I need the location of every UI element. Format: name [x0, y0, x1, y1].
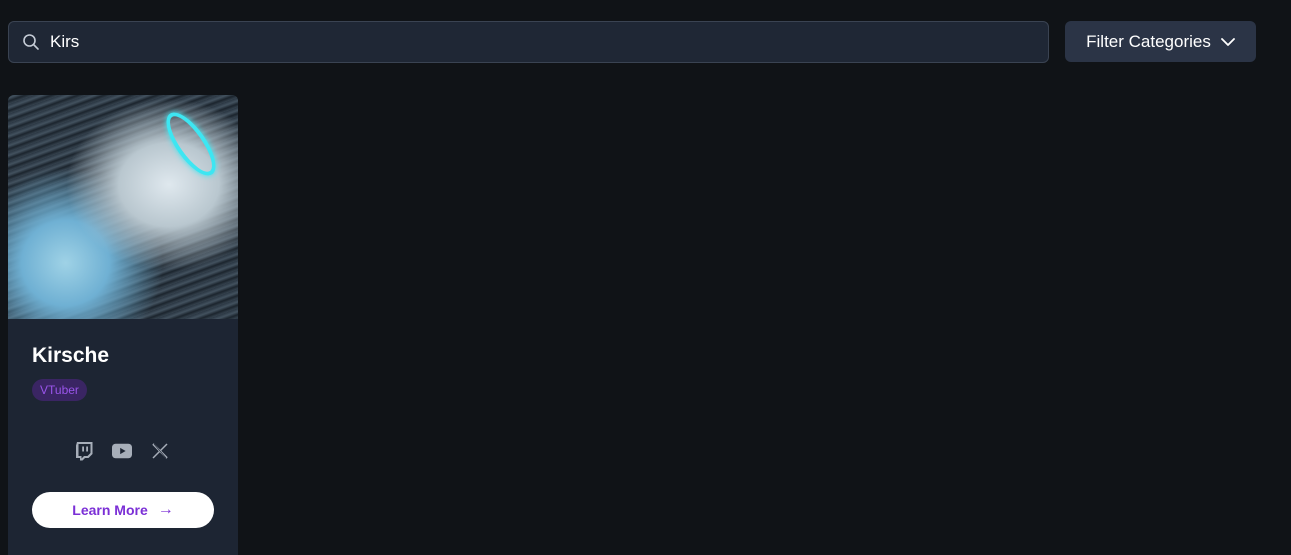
search-icon	[22, 33, 40, 51]
youtube-icon[interactable]	[112, 441, 132, 461]
twitch-icon[interactable]	[74, 441, 94, 461]
learn-more-label: Learn More	[72, 502, 148, 518]
halo-decoration	[157, 105, 225, 183]
creator-name: Kirsche	[32, 344, 110, 367]
creator-avatar-image[interactable]	[8, 95, 238, 319]
filter-categories-button[interactable]: Filter Categories	[1065, 21, 1256, 62]
social-links	[74, 441, 170, 461]
chevron-down-icon	[1220, 32, 1235, 52]
learn-more-button[interactable]: Learn More →	[32, 492, 214, 528]
x-icon[interactable]	[150, 441, 170, 461]
creator-card: Kirsche VTuber Learn More →	[8, 95, 238, 555]
search-bar[interactable]	[8, 21, 1049, 63]
arrow-right-icon: →	[157, 501, 174, 518]
category-badge: VTuber	[32, 379, 87, 401]
top-bar: Filter Categories	[8, 21, 1256, 63]
search-input[interactable]	[50, 32, 1048, 52]
filter-categories-label: Filter Categories	[1086, 31, 1211, 51]
